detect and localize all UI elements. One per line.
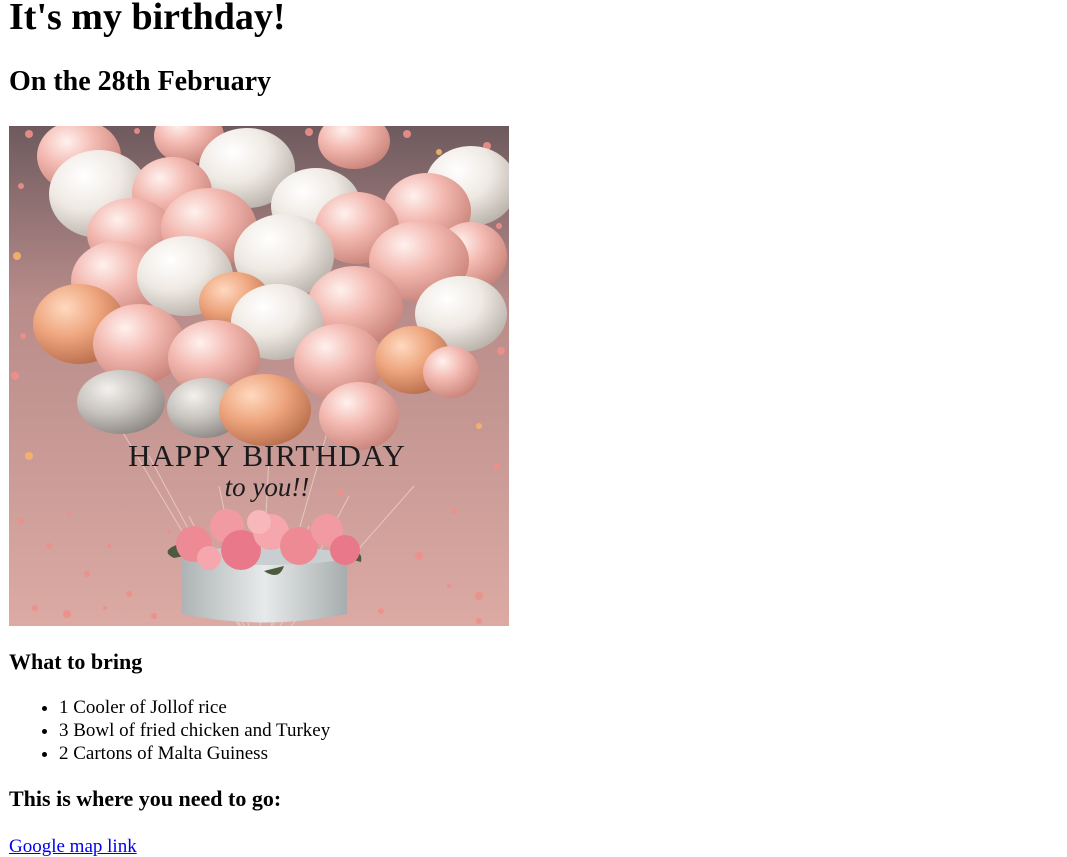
image-text-happy-birthday: HAPPY BIRTHDAY — [128, 438, 406, 473]
list-item: 2 Cartons of Malta Guiness — [59, 742, 1059, 765]
page-content: It's my birthday! On the 28th February H… — [9, 0, 1059, 857]
location-heading: This is where you need to go: — [9, 786, 282, 811]
bring-heading: What to bring — [9, 649, 143, 674]
google-map-link[interactable]: Google map link — [9, 835, 137, 857]
list-item: 1 Cooler of Jollof rice — [59, 696, 1059, 719]
birthday-image: HAPPY BIRTHDAY to you!! — [9, 126, 509, 626]
page-subtitle: On the 28th February — [9, 66, 272, 97]
list-item: 3 Bowl of fried chicken and Turkey — [59, 719, 1059, 742]
page-title: It's my birthday! — [9, 0, 286, 38]
bring-list: 1 Cooler of Jollof rice 3 Bowl of fried … — [9, 696, 1059, 765]
image-text-to-you: to you!! — [225, 472, 310, 502]
